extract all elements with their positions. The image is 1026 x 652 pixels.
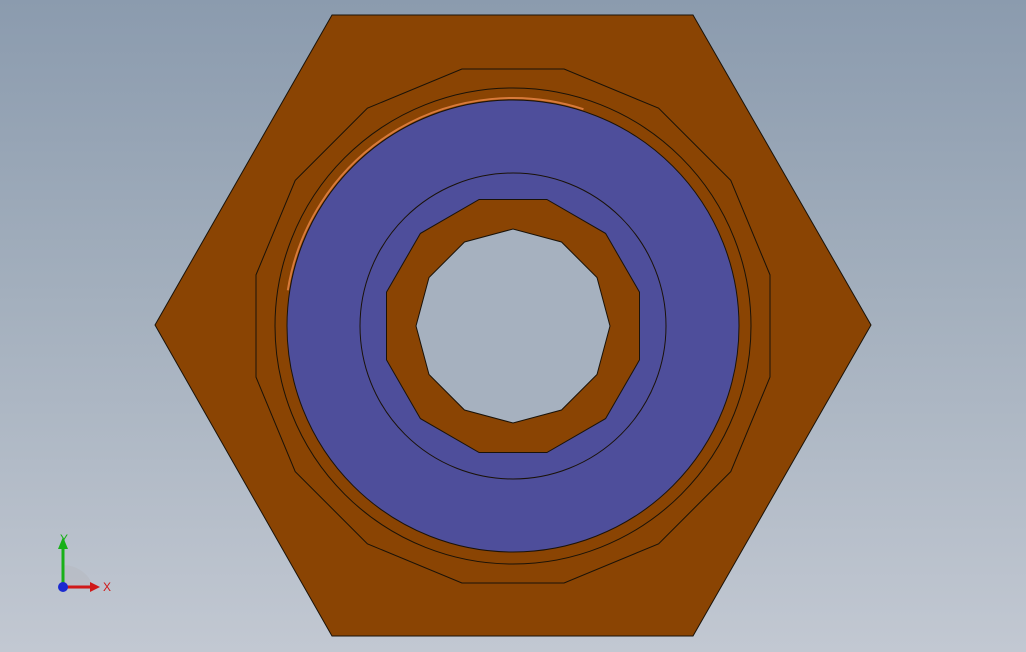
graphics-viewport[interactable]: Y X	[0, 0, 1026, 652]
reference-triad: Y X	[58, 532, 111, 594]
x-axis-label: X	[103, 580, 111, 594]
y-axis-label: Y	[60, 532, 68, 546]
model-view[interactable]	[0, 0, 1026, 652]
z-axis-dot-icon	[58, 582, 68, 592]
x-arrow-icon	[90, 582, 100, 592]
